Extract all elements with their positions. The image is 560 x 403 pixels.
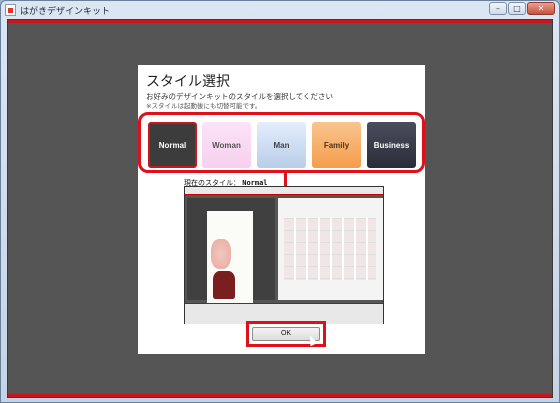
app-window: はがきデザインキット – □ ✕ スタイル選択 お好みのデザインキットのスタイル… bbox=[0, 0, 560, 403]
preview-postcard bbox=[207, 211, 253, 307]
client-area: スタイル選択 お好みのデザインキットのスタイルを選択してください ※スタイルは起… bbox=[7, 19, 553, 398]
style-man-button[interactable]: Man bbox=[257, 122, 306, 168]
style-woman-button[interactable]: Woman bbox=[202, 122, 251, 168]
style-options-highlight: Normal Woman Man Family Business bbox=[138, 112, 425, 173]
style-family-button[interactable]: Family bbox=[312, 122, 361, 168]
style-preview-image bbox=[184, 186, 384, 324]
app-icon bbox=[5, 4, 16, 16]
style-business-button[interactable]: Business bbox=[367, 122, 416, 168]
dialog-title: スタイル選択 bbox=[146, 74, 230, 90]
window-title: はがきデザインキット bbox=[20, 7, 111, 17]
preview-menubar bbox=[185, 187, 383, 195]
preview-material-grid bbox=[284, 218, 376, 280]
top-accent-line bbox=[8, 20, 552, 23]
minimize-button[interactable]: – bbox=[489, 2, 507, 15]
style-normal-button[interactable]: Normal bbox=[148, 122, 197, 168]
preview-material-panel bbox=[278, 198, 383, 300]
dialog-note: ※スタイルは起動後にも切替可能です。 bbox=[146, 102, 262, 110]
style-select-dialog: スタイル選択 お好みのデザインキットのスタイルを選択してください ※スタイルは起… bbox=[138, 65, 425, 354]
close-button[interactable]: ✕ bbox=[527, 2, 555, 15]
maximize-button[interactable]: □ bbox=[508, 2, 526, 15]
title-bar: はがきデザインキット – □ ✕ bbox=[1, 1, 559, 19]
bottom-accent-line bbox=[8, 394, 552, 397]
preview-card-area bbox=[187, 198, 275, 307]
